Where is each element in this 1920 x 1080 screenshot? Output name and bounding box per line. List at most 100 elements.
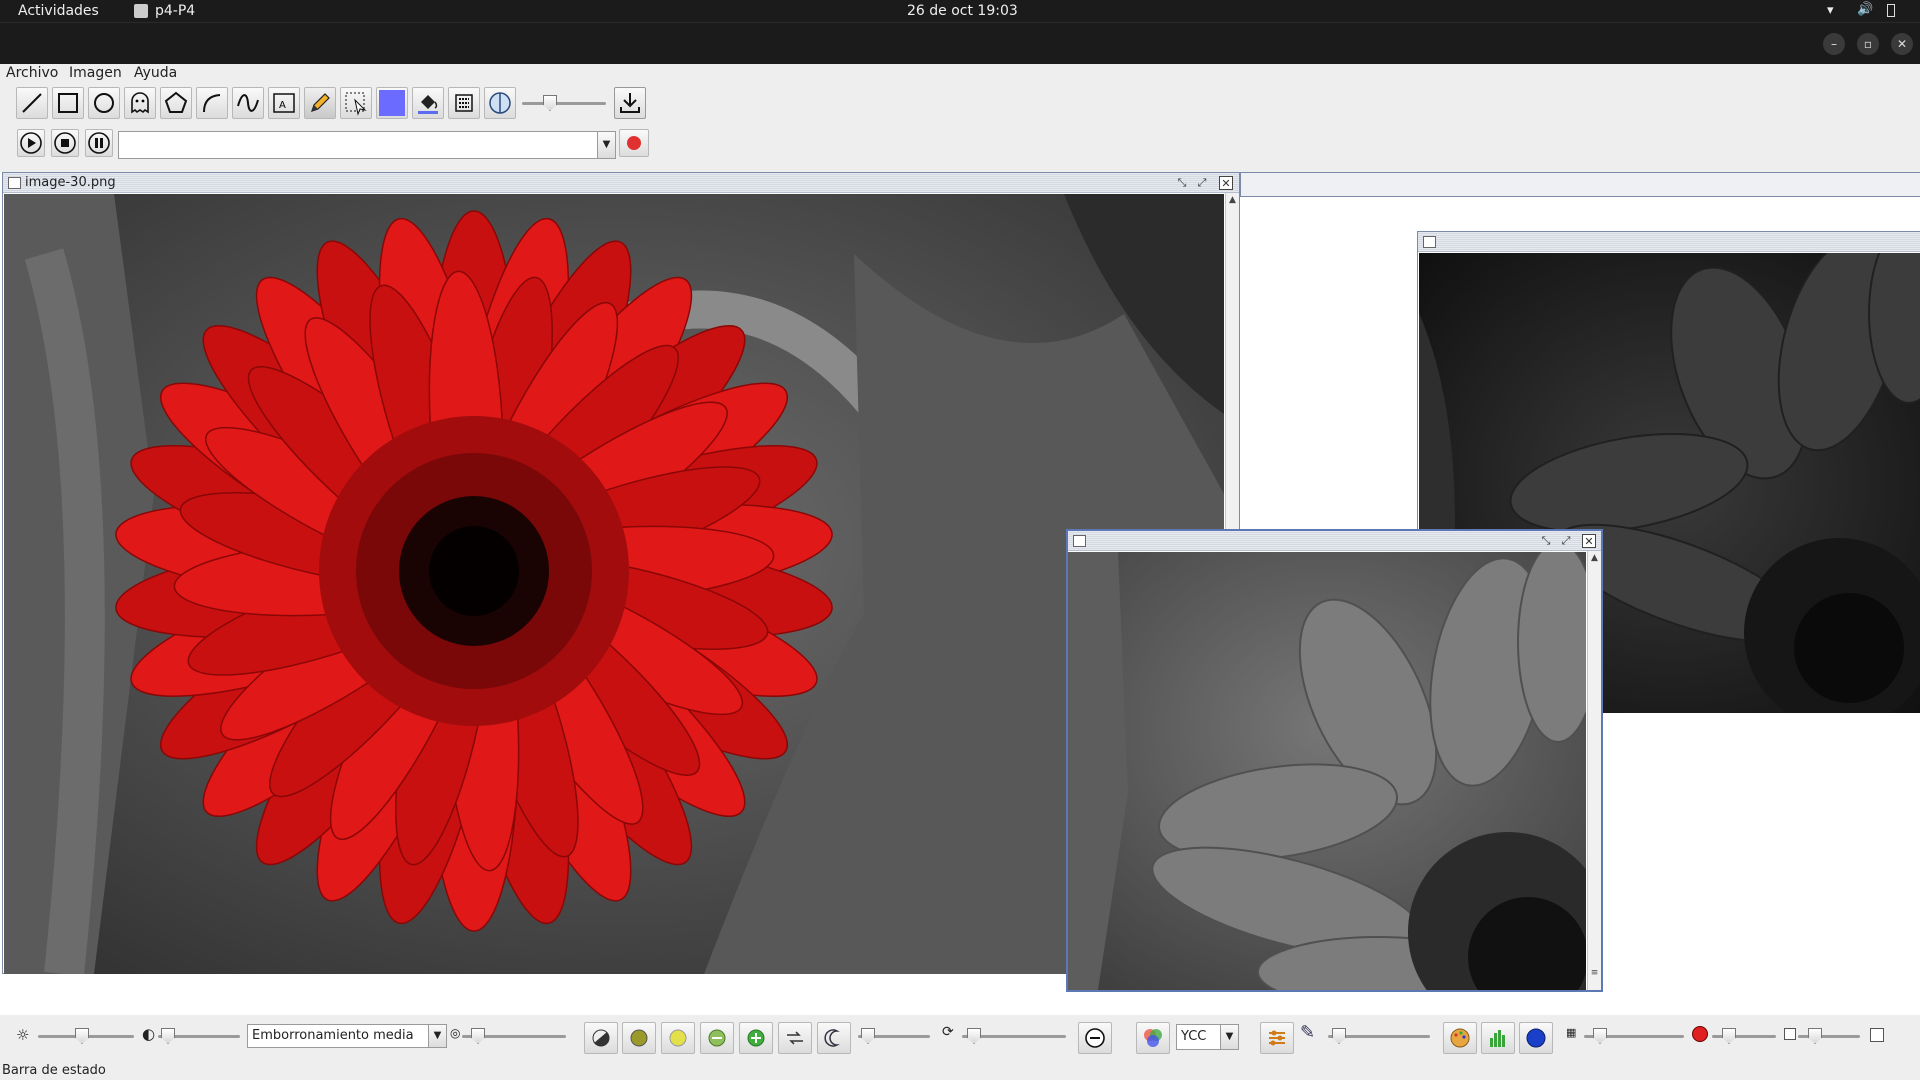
system-top-bar: Actividades p4-P4 26 de oct 19:03 ▾ 🔊 [0, 0, 1920, 22]
rectangle-tool-button[interactable] [52, 87, 84, 119]
colorspace-combo-value: YCC [1181, 1029, 1207, 1044]
arc-tool-button[interactable] [196, 87, 228, 119]
restore-icon[interactable]: ⤡ [1175, 176, 1189, 190]
blue-circle-button[interactable] [1519, 1022, 1553, 1054]
moon-icon [824, 1029, 838, 1047]
maximize-icon[interactable]: ⤢ [1195, 176, 1209, 190]
ellipse-icon [94, 93, 114, 113]
front-window-vertical-scrollbar[interactable]: ▲ ≡ [1587, 551, 1601, 990]
ellipse-tool-button[interactable] [88, 87, 120, 119]
pattern-tool-button[interactable] [448, 87, 480, 119]
green-minus-button[interactable] [700, 1022, 734, 1054]
rotation-slider[interactable] [962, 1026, 1066, 1046]
transparency-tool-button[interactable] [484, 87, 516, 119]
pencil-tool-button[interactable] [304, 87, 336, 119]
fill-tool-button[interactable] [412, 87, 444, 119]
filter-strength-slider[interactable] [462, 1026, 566, 1046]
minimize-button[interactable]: – [1823, 33, 1845, 55]
polygon-icon [164, 91, 188, 113]
menu-ayuda[interactable]: Ayuda [134, 65, 177, 81]
yellow-circle-icon [669, 1029, 687, 1047]
menu-archivo[interactable]: Archivo [6, 65, 58, 81]
chevron-down-icon[interactable]: ▼ [428, 1025, 446, 1047]
chevron-down-icon[interactable]: ▼ [597, 132, 615, 158]
yellow-filter-button[interactable] [661, 1022, 695, 1054]
right-image-window-titlebar[interactable] [1418, 232, 1920, 252]
curve-tool-button[interactable] [232, 87, 264, 119]
tint-slider[interactable] [1328, 1026, 1430, 1046]
select-tool-button[interactable] [340, 87, 372, 119]
scroll-thumb[interactable]: ≡ [1590, 968, 1599, 978]
colorspace-combo[interactable]: YCC ▼ [1176, 1024, 1239, 1050]
moon-slider[interactable] [858, 1026, 930, 1046]
stop-button[interactable] [51, 129, 79, 157]
rgb-circles-icon [1144, 1029, 1162, 1047]
histogram-icon [1490, 1030, 1505, 1047]
green-plus-icon [747, 1029, 765, 1047]
front-image-window[interactable]: ⤡ ⤢ ✕ ▲ ≡ [1066, 529, 1603, 992]
last-slider[interactable] [1798, 1026, 1860, 1046]
restore-icon[interactable]: ⤡ [1539, 534, 1553, 548]
checkbox[interactable] [1870, 1028, 1884, 1042]
close-icon[interactable]: ✕ [1219, 176, 1233, 190]
square-icon [1784, 1028, 1796, 1040]
scroll-up-arrow-icon[interactable]: ▲ [1590, 553, 1599, 563]
palette-button[interactable] [1443, 1022, 1477, 1054]
pause-button[interactable] [85, 129, 113, 157]
maximize-icon[interactable]: ⤢ [1559, 534, 1573, 548]
color-swatch-button[interactable] [376, 87, 408, 119]
color-channels-button[interactable] [1136, 1022, 1170, 1054]
filter-strength-icon: ◎ [450, 1026, 461, 1040]
app-name[interactable]: p4-P4 [155, 3, 195, 19]
green-minus-icon [708, 1029, 726, 1047]
main-image-window[interactable]: image-30.png ⤡ ⤢ ✕ ▲ [2, 172, 1240, 974]
negative-button[interactable] [584, 1022, 618, 1054]
contrast-slider[interactable] [158, 1026, 240, 1046]
transparency-icon [489, 92, 511, 114]
main-image-window-title: image-30.png [25, 175, 116, 190]
clock[interactable]: 26 de oct 19:03 [907, 3, 1018, 19]
chevron-down-icon[interactable]: ▼ [1220, 1025, 1238, 1049]
save-download-button[interactable] [614, 87, 646, 119]
close-button[interactable]: ✕ [1891, 33, 1913, 55]
transform-icon [787, 1031, 803, 1045]
adjust-button[interactable] [1260, 1022, 1294, 1054]
wifi-icon[interactable]: ▾ [1827, 3, 1834, 18]
close-icon[interactable]: ✕ [1582, 534, 1596, 548]
record-button[interactable] [619, 129, 649, 157]
image-text-tool-button[interactable]: A [268, 87, 300, 119]
battery-icon[interactable] [1887, 4, 1895, 17]
pause-icon [88, 132, 110, 154]
transparency-slider[interactable] [522, 93, 606, 113]
red-channel-slider[interactable] [1712, 1026, 1776, 1046]
activities-button[interactable]: Actividades [18, 3, 99, 19]
main-image-window-titlebar[interactable]: image-30.png ⤡ ⤢ ✕ [3, 173, 1239, 193]
green-plus-button[interactable] [739, 1022, 773, 1054]
olive-filter-button[interactable] [622, 1022, 656, 1054]
subtract-button[interactable] [1078, 1022, 1112, 1054]
scroll-up-arrow-icon[interactable]: ▲ [1228, 195, 1237, 205]
histogram-button[interactable] [1481, 1022, 1515, 1054]
filter-combo-value: Emborronamiento media [252, 1028, 414, 1043]
threshold-slider[interactable] [1584, 1026, 1684, 1046]
ghost-tool-button[interactable] [124, 87, 156, 119]
select-cursor-icon [345, 92, 367, 116]
transform-button[interactable] [778, 1022, 812, 1054]
polygon-tool-button[interactable] [160, 87, 192, 119]
filter-combo[interactable]: Emborronamiento media ▼ [247, 1024, 447, 1048]
minus-circle-icon [1085, 1028, 1105, 1048]
eyedropper-icon[interactable]: ✎ [1300, 1022, 1315, 1043]
brightness-slider[interactable] [38, 1026, 134, 1046]
front-image-window-titlebar[interactable]: ⤡ ⤢ ✕ [1068, 531, 1601, 551]
moon-filter-button[interactable] [817, 1022, 851, 1054]
volume-icon[interactable]: 🔊 [1857, 2, 1873, 17]
play-button[interactable] [17, 129, 45, 157]
menu-imagen[interactable]: Imagen [69, 65, 122, 81]
olive-circle-icon [630, 1029, 648, 1047]
media-combo[interactable]: ▼ [118, 131, 616, 159]
line-tool-button[interactable] [16, 87, 48, 119]
maximize-button[interactable]: ▫ [1857, 33, 1879, 55]
main-image-canvas [4, 194, 1224, 974]
status-text: Barra de estado [2, 1063, 106, 1078]
pattern-icon [455, 94, 473, 112]
